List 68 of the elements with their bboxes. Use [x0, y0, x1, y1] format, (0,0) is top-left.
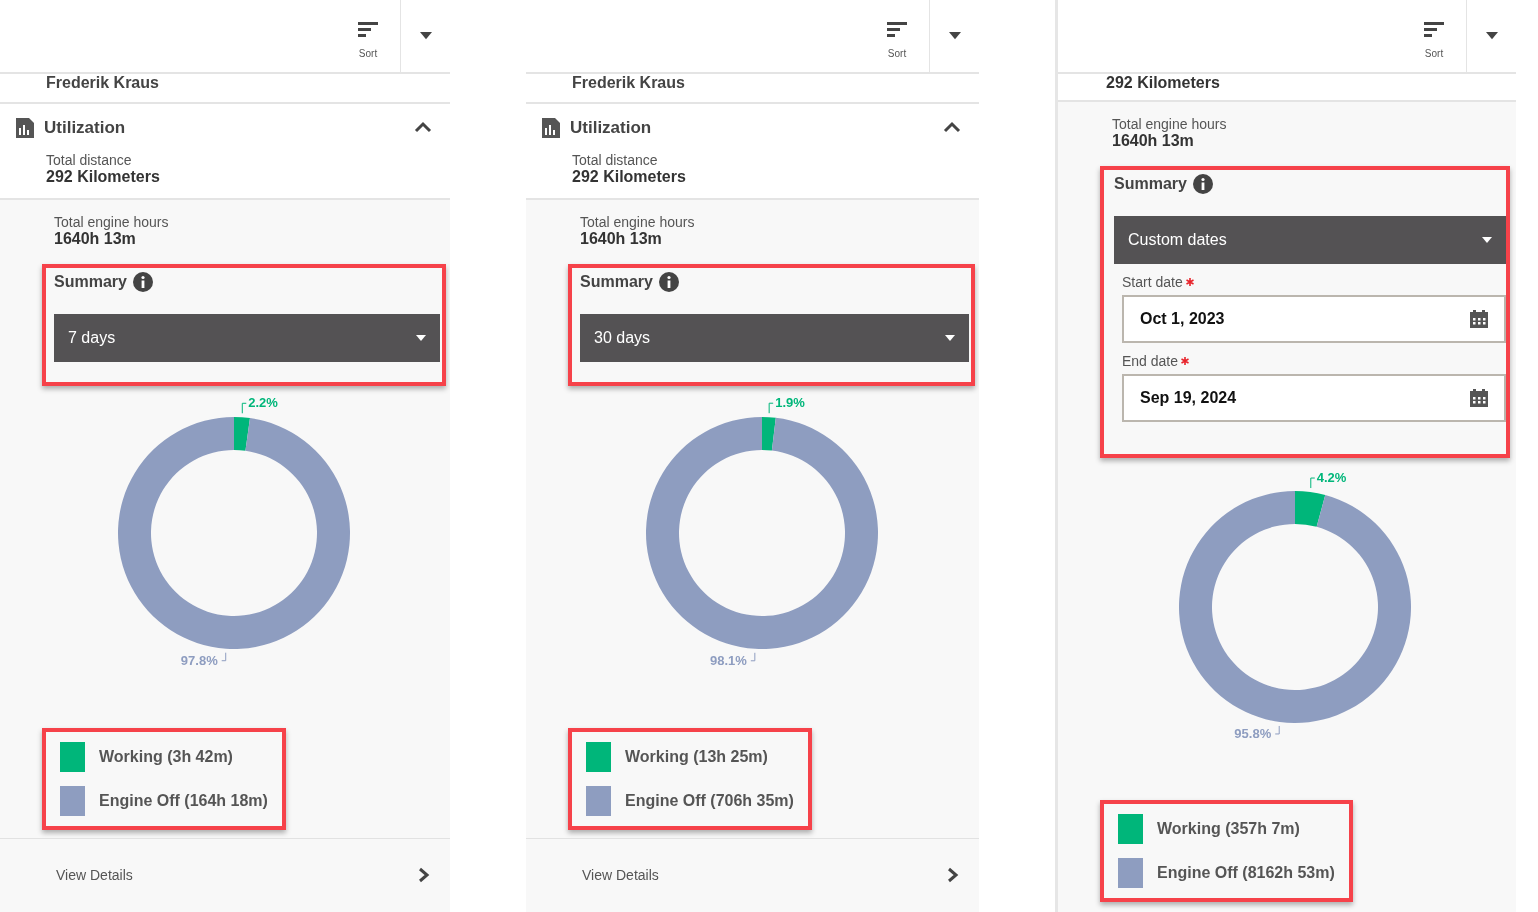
distance-value: 292 Kilometers — [1106, 74, 1221, 92]
engine-hours-value: 1640h 13m — [1112, 132, 1195, 150]
section-title: Utilization — [570, 118, 653, 138]
view-details-link[interactable]: View Details — [0, 838, 450, 883]
percent-label: 1.9% — [774, 398, 805, 411]
engine-hours-value: 1640h 13m — [580, 230, 663, 248]
legend-label: Engine Off (706h 35m) — [625, 792, 794, 810]
caret-icon — [945, 335, 955, 341]
field-label: Start date — [1122, 274, 1183, 290]
driver-name: Frederik Kraus — [46, 74, 160, 92]
summary-title: Summary — [54, 273, 127, 291]
chevron-right-icon — [418, 867, 430, 883]
legend-label: Working (357h 7m) — [1157, 820, 1300, 838]
date-field[interactable]: Oct 1, 2023 — [1122, 295, 1506, 343]
chevron-up-icon — [414, 120, 432, 133]
leader-line — [1274, 725, 1280, 735]
leader-line — [1310, 477, 1316, 489]
period-select[interactable]: Custom dates — [1114, 216, 1506, 264]
sort-button[interactable]: Sort — [336, 0, 400, 72]
distance-value: 292 Kilometers — [572, 168, 687, 186]
distance-label: Total distance — [46, 152, 133, 168]
leader-line — [749, 652, 755, 662]
bar-chart-icon — [542, 118, 560, 138]
legend-label: Engine Off (8162h 53m) — [1157, 864, 1335, 882]
engine-hours-label: Total engine hours — [580, 214, 696, 230]
caret-icon — [419, 32, 432, 40]
legend-label: Working (13h 25m) — [625, 748, 768, 766]
sort-icon — [358, 21, 378, 38]
engine-hours-value: 1640h 13m — [54, 230, 137, 248]
distance-value: 292 Kilometers — [46, 168, 161, 186]
engine-hours-label: Total engine hours — [54, 214, 170, 230]
section-title: Utilization — [44, 118, 127, 138]
summary-title: Summary — [1114, 175, 1187, 193]
sort-icon — [887, 21, 907, 38]
legend-label: Engine Off (164h 18m) — [99, 792, 268, 810]
calendar-icon — [1470, 310, 1488, 328]
caret-icon — [416, 335, 426, 341]
chevron-up-icon — [943, 120, 961, 133]
percent-label: 98.1% — [709, 652, 747, 668]
date-field[interactable]: Sep 19, 2024 — [1122, 374, 1506, 422]
summary-title: Summary — [580, 273, 653, 291]
percent-label: 97.8% — [180, 652, 218, 668]
period-select[interactable]: 7 days — [54, 314, 440, 362]
percent-label: 95.8% — [1234, 725, 1272, 741]
calendar-icon — [1470, 389, 1488, 407]
leader-line — [241, 402, 247, 414]
info-icon — [132, 272, 153, 292]
info-icon — [658, 272, 679, 292]
chevron-right-icon — [947, 867, 959, 883]
percent-label: 4.2% — [1316, 472, 1347, 486]
percent-label: 2.2% — [248, 398, 278, 411]
info-icon — [1192, 174, 1213, 194]
sort-button[interactable]: Sort — [865, 0, 929, 72]
bar-chart-icon — [16, 118, 34, 138]
legend-label: Working (3h 42m) — [99, 748, 233, 766]
caret-icon — [948, 32, 961, 40]
caret-icon — [1485, 32, 1498, 40]
caret-icon — [1482, 237, 1492, 243]
distance-label: Total distance — [572, 152, 659, 168]
leader-line — [768, 402, 774, 414]
field-label: End date — [1122, 353, 1179, 369]
sort-icon — [1424, 21, 1444, 38]
view-details-link[interactable]: View Details — [526, 838, 979, 883]
period-select[interactable]: 30 days — [580, 314, 969, 362]
sort-button[interactable]: Sort — [1402, 0, 1466, 72]
leader-line — [221, 652, 227, 662]
engine-hours-label: Total engine hours — [1112, 116, 1228, 132]
driver-name: Frederik Kraus — [572, 74, 686, 92]
